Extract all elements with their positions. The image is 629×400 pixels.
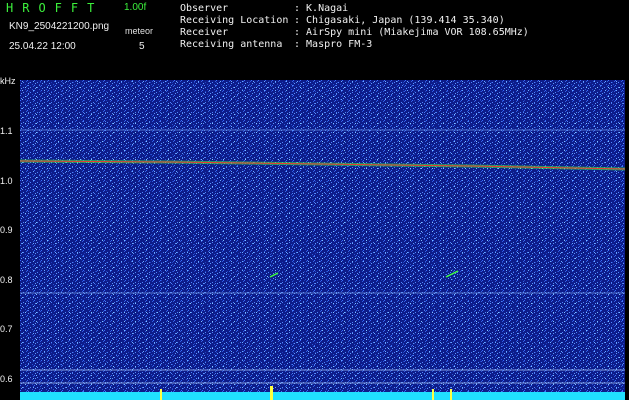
spectrogram-canvas xyxy=(20,80,625,400)
signal-baseline xyxy=(20,392,625,400)
info-key-antenna: Receiving antenna xyxy=(180,39,283,50)
baseline-spike xyxy=(270,386,273,400)
info-key-location: Receiving Location xyxy=(180,15,289,26)
y-tick-label: 1.0 xyxy=(0,176,13,186)
info-value-location: : Chigasaki, Japan (139.414 35.340) xyxy=(294,15,505,26)
app-title: HROFFT xyxy=(6,1,104,15)
info-key-observer: Observer xyxy=(180,3,229,14)
timestamp: 25.04.22 12:00 xyxy=(9,41,76,52)
y-tick-label: 0.8 xyxy=(0,275,13,285)
y-tick-label: 0.7 xyxy=(0,324,13,334)
app-version: 1.00f xyxy=(124,2,147,13)
info-key-receiver: Receiver xyxy=(180,27,229,38)
file-name: KN9_2504221200.png xyxy=(9,21,110,32)
y-axis-unit: kHz xyxy=(0,76,16,86)
meteor-label: meteor xyxy=(125,26,154,36)
spectrogram xyxy=(20,80,625,400)
meteor-count: 5 xyxy=(139,41,145,52)
header: HROFFT 1.00f KN9_2504221200.png meteor 2… xyxy=(0,0,629,74)
info-value-antenna: : Maspro FM-3 xyxy=(294,39,373,50)
baseline-spike xyxy=(450,389,452,400)
baseline-spike xyxy=(432,389,434,400)
baseline-spike xyxy=(160,389,162,400)
info-value-observer: : K.Nagai xyxy=(294,3,349,14)
y-tick-label: 0.6 xyxy=(0,374,13,384)
y-tick-label: 1.1 xyxy=(0,126,13,136)
y-tick-label: 0.9 xyxy=(0,225,13,235)
info-value-receiver: : AirSpy mini (Miakejima VOR 108.65MHz) xyxy=(294,27,529,38)
